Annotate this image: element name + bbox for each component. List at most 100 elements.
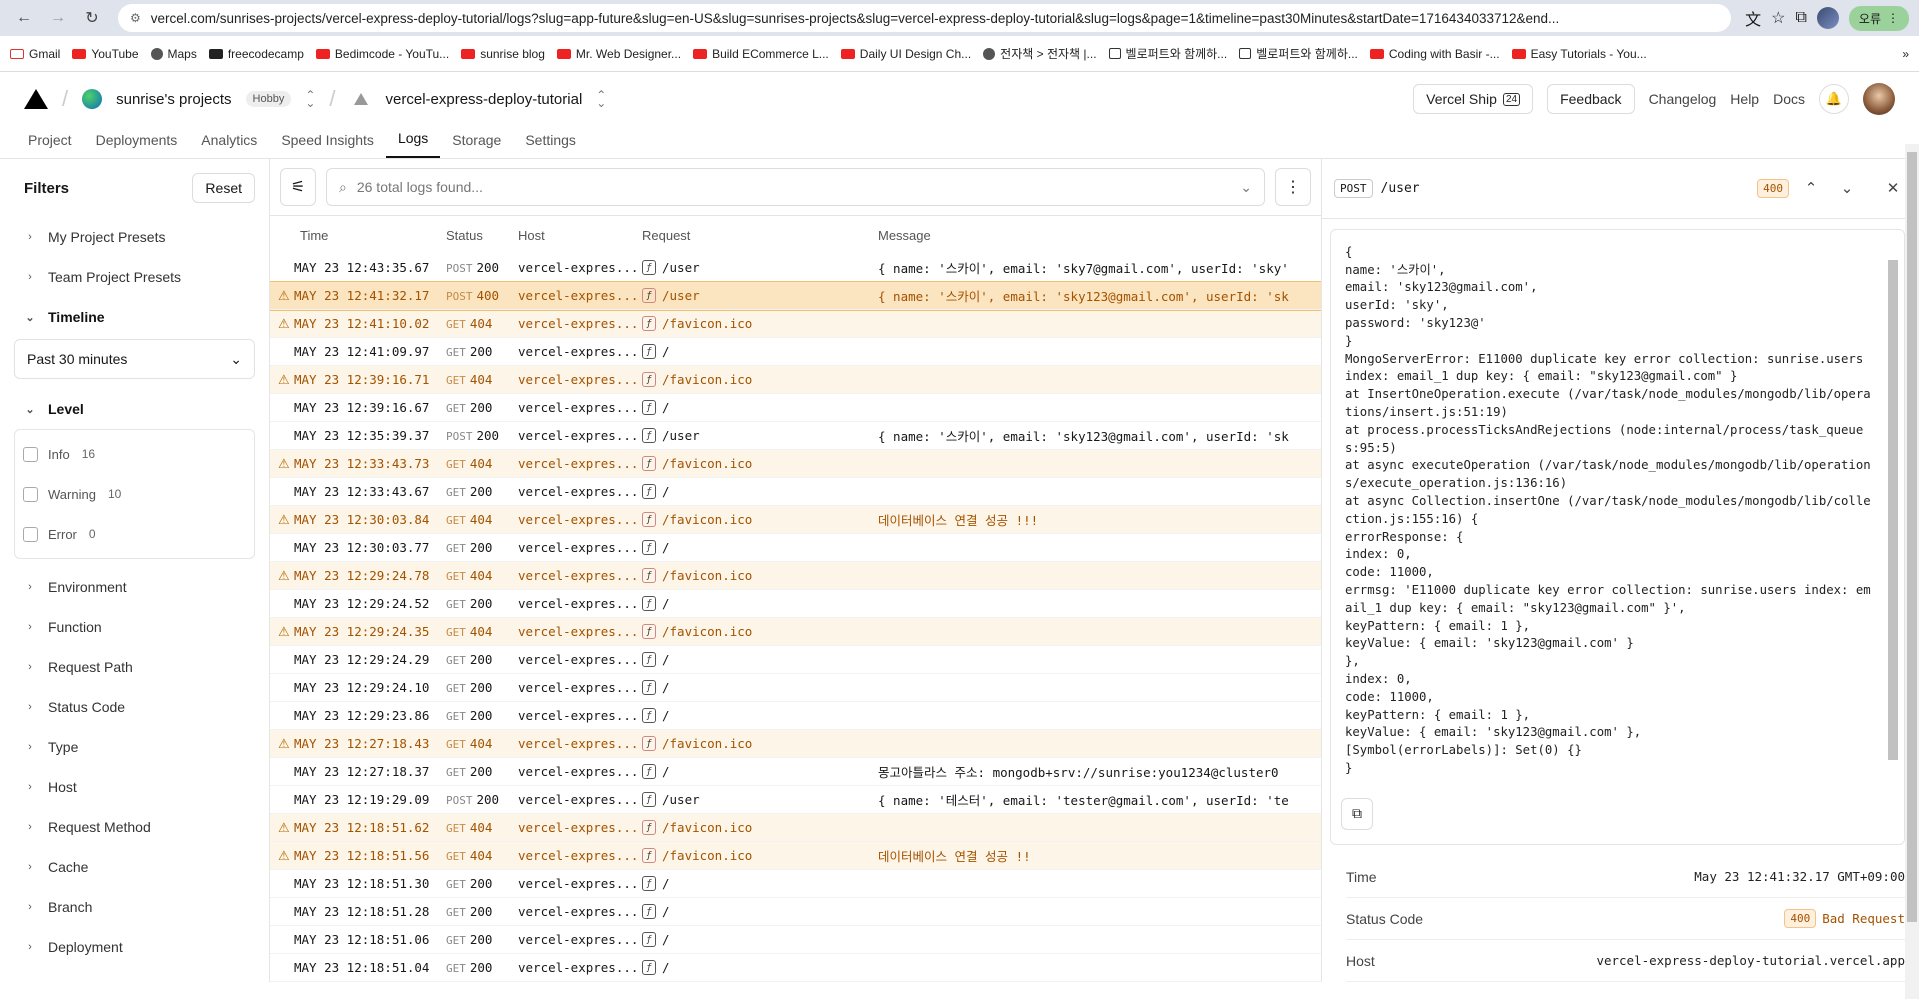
table-row[interactable]: ⚠ MAY 23 12:18:51.62 GET 404 vercel-expres..…: [270, 814, 1321, 842]
bookmark-item[interactable]: Maps: [150, 47, 197, 61]
bookmark-item[interactable]: sunrise blog: [461, 47, 545, 61]
user-avatar[interactable]: [1863, 83, 1895, 115]
timeline-section[interactable]: ⌄ Timeline: [14, 297, 255, 337]
bookmark-item[interactable]: 전자책 > 전자책 |...: [983, 45, 1097, 62]
level-section[interactable]: ⌄ Level: [14, 389, 255, 429]
table-row[interactable]: ⚠ MAY 23 12:30:03.84 GET 404 vercel-expres..…: [270, 506, 1321, 534]
back-icon[interactable]: ←: [10, 4, 38, 32]
table-row[interactable]: ⚠ MAY 23 12:41:32.17 POST 400 vercel-expres.…: [270, 281, 1321, 311]
bookmark-item[interactable]: freecodecamp: [208, 47, 304, 61]
table-row[interactable]: MAY 23 12:18:51.30 GET 200 vercel-expres...…: [270, 870, 1321, 898]
bookmark-item[interactable]: 벨로퍼트와 함께하...: [1239, 45, 1358, 62]
bookmark-item[interactable]: Gmail: [10, 47, 60, 61]
table-row[interactable]: MAY 23 12:29:24.52 GET 200 vercel-expres...…: [270, 590, 1321, 618]
checkbox[interactable]: [23, 486, 38, 502]
help-link[interactable]: Help: [1730, 91, 1759, 107]
table-row[interactable]: MAY 23 12:43:35.67 POST 200 vercel-expres..…: [270, 254, 1321, 282]
col-status[interactable]: Status: [446, 228, 518, 243]
tab-storage[interactable]: Storage: [440, 132, 513, 158]
table-row[interactable]: MAY 23 12:18:51.06 GET 200 vercel-expres...…: [270, 926, 1321, 954]
bookmark-item[interactable]: Easy Tutorials - You...: [1511, 47, 1647, 61]
filter-request-method[interactable]: › Request Method: [14, 807, 255, 847]
level-error[interactable]: Error 0: [23, 514, 246, 554]
changelog-link[interactable]: Changelog: [1649, 91, 1717, 107]
filter-status-code[interactable]: › Status Code: [14, 687, 255, 727]
filter-request-path[interactable]: › Request Path: [14, 647, 255, 687]
table-row[interactable]: ⚠ MAY 23 12:18:51.56 GET 404 vercel-expres..…: [270, 842, 1321, 870]
tab-deployments[interactable]: Deployments: [84, 132, 190, 158]
filter-host[interactable]: › Host: [14, 767, 255, 807]
table-row[interactable]: MAY 23 12:30:03.77 GET 200 vercel-expres...…: [270, 534, 1321, 562]
col-host[interactable]: Host: [518, 228, 642, 243]
filter-toggle-icon[interactable]: ⚟: [280, 168, 316, 206]
log-search-input[interactable]: ⌕ 26 total logs found... ⌄: [326, 168, 1265, 206]
more-options-icon[interactable]: ⋮: [1275, 168, 1311, 206]
table-row[interactable]: ⚠ MAY 23 12:39:16.71 GET 404 vercel-expres..…: [270, 366, 1321, 394]
table-row[interactable]: ⚠ MAY 23 12:27:18.43 GET 404 vercel-expres..…: [270, 730, 1321, 758]
bookmark-item[interactable]: Mr. Web Designer...: [556, 47, 681, 61]
bookmark-item[interactable]: Bedimcode - YouTu...: [315, 47, 449, 61]
project-switcher-icon[interactable]: ⌃ ⌄: [596, 89, 606, 109]
bookmark-item[interactable]: Build ECommerce L...: [693, 47, 829, 61]
col-time[interactable]: Time: [270, 228, 446, 243]
profile-error-pill[interactable]: 오류 ⋮: [1848, 5, 1909, 31]
bookmark-item[interactable]: YouTube: [72, 47, 139, 61]
chevron-down-icon[interactable]: ⌄: [1240, 179, 1252, 196]
profile-avatar[interactable]: [1816, 7, 1839, 29]
vercel-ship-button[interactable]: Vercel Ship 24: [1413, 84, 1534, 114]
table-row[interactable]: MAY 23 12:29:24.29 GET 200 vercel-expres...…: [270, 646, 1321, 674]
col-message[interactable]: Message: [878, 228, 1321, 243]
close-icon[interactable]: ✕: [1879, 179, 1907, 197]
timeline-select[interactable]: Past 30 minutes ⌄: [14, 339, 255, 379]
page-scrollbar[interactable]: [1905, 144, 1919, 999]
table-row[interactable]: MAY 23 12:29:23.86 GET 200 vercel-expres...…: [270, 702, 1321, 730]
table-row[interactable]: ⚠ MAY 23 12:41:10.02 GET 404 vercel-expres..…: [270, 310, 1321, 338]
level-warning[interactable]: Warning 10: [23, 474, 246, 514]
tab-analytics[interactable]: Analytics: [189, 132, 269, 158]
checkbox[interactable]: [23, 446, 38, 462]
filter-function[interactable]: › Function: [14, 607, 255, 647]
table-row[interactable]: MAY 23 12:33:43.67 GET 200 vercel-expres...…: [270, 478, 1321, 506]
reset-button[interactable]: Reset: [192, 173, 255, 203]
message-scrollbar[interactable]: [1888, 244, 1898, 784]
bookmark-item[interactable]: Daily UI Design Ch...: [840, 47, 971, 61]
feedback-button[interactable]: Feedback: [1547, 84, 1635, 114]
col-request[interactable]: Request: [642, 228, 878, 243]
tab-settings[interactable]: Settings: [513, 132, 588, 158]
bookmark-item[interactable]: Coding with Basir -...: [1369, 47, 1500, 61]
filter-branch[interactable]: › Branch: [14, 887, 255, 927]
bookmark-star-icon[interactable]: ☆: [1771, 8, 1785, 28]
filter-deployment[interactable]: › Deployment: [14, 927, 255, 967]
site-info-icon[interactable]: ⚙: [130, 11, 141, 25]
forward-icon[interactable]: →: [44, 4, 72, 32]
scroll-thumb[interactable]: [1907, 152, 1917, 922]
table-row[interactable]: MAY 23 12:19:29.09 POST 200 vercel-expres..…: [270, 786, 1321, 814]
table-row[interactable]: MAY 23 12:29:24.10 GET 200 vercel-expres...…: [270, 674, 1321, 702]
chevron-down-icon[interactable]: ⌄: [1833, 179, 1861, 197]
bookmark-item[interactable]: 벨로퍼트와 함께하...: [1108, 45, 1227, 62]
table-row[interactable]: MAY 23 12:41:09.97 GET 200 vercel-expres...…: [270, 338, 1321, 366]
tab-project[interactable]: Project: [16, 132, 84, 158]
filter-cache[interactable]: › Cache: [14, 847, 255, 887]
filter-type[interactable]: › Type: [14, 727, 255, 767]
level-info[interactable]: Info 16: [23, 434, 246, 474]
table-row[interactable]: MAY 23 12:35:39.37 POST 200 vercel-expres..…: [270, 422, 1321, 450]
table-row[interactable]: MAY 23 12:18:51.04 GET 200 vercel-expres...…: [270, 954, 1321, 982]
vercel-logo-icon[interactable]: [24, 89, 48, 109]
table-row[interactable]: MAY 23 12:27:18.37 GET 200 vercel-expres...…: [270, 758, 1321, 786]
project-name[interactable]: vercel-express-deploy-tutorial: [386, 91, 583, 108]
extensions-icon[interactable]: ⧉: [1795, 9, 1806, 27]
address-bar[interactable]: ⚙ vercel.com/sunrises-projects/vercel-ex…: [118, 4, 1732, 32]
copy-icon[interactable]: ⧉: [1341, 797, 1373, 830]
translate-icon[interactable]: 文: [1745, 6, 1761, 30]
team-project-presets[interactable]: › Team Project Presets: [14, 257, 255, 297]
table-row[interactable]: ⚠ MAY 23 12:29:24.35 GET 404 vercel-expres..…: [270, 618, 1321, 646]
tab-logs[interactable]: Logs: [385, 130, 441, 158]
tab-speed-insights[interactable]: Speed Insights: [269, 132, 386, 158]
table-row[interactable]: MAY 23 12:39:16.67 GET 200 vercel-expres...…: [270, 394, 1321, 422]
docs-link[interactable]: Docs: [1773, 91, 1805, 107]
checkbox[interactable]: [23, 526, 38, 542]
my-project-presets[interactable]: › My Project Presets: [14, 217, 255, 257]
table-row[interactable]: ⚠ MAY 23 12:29:24.78 GET 404 vercel-expres..…: [270, 562, 1321, 590]
team-name[interactable]: sunrise's projects: [116, 91, 231, 108]
